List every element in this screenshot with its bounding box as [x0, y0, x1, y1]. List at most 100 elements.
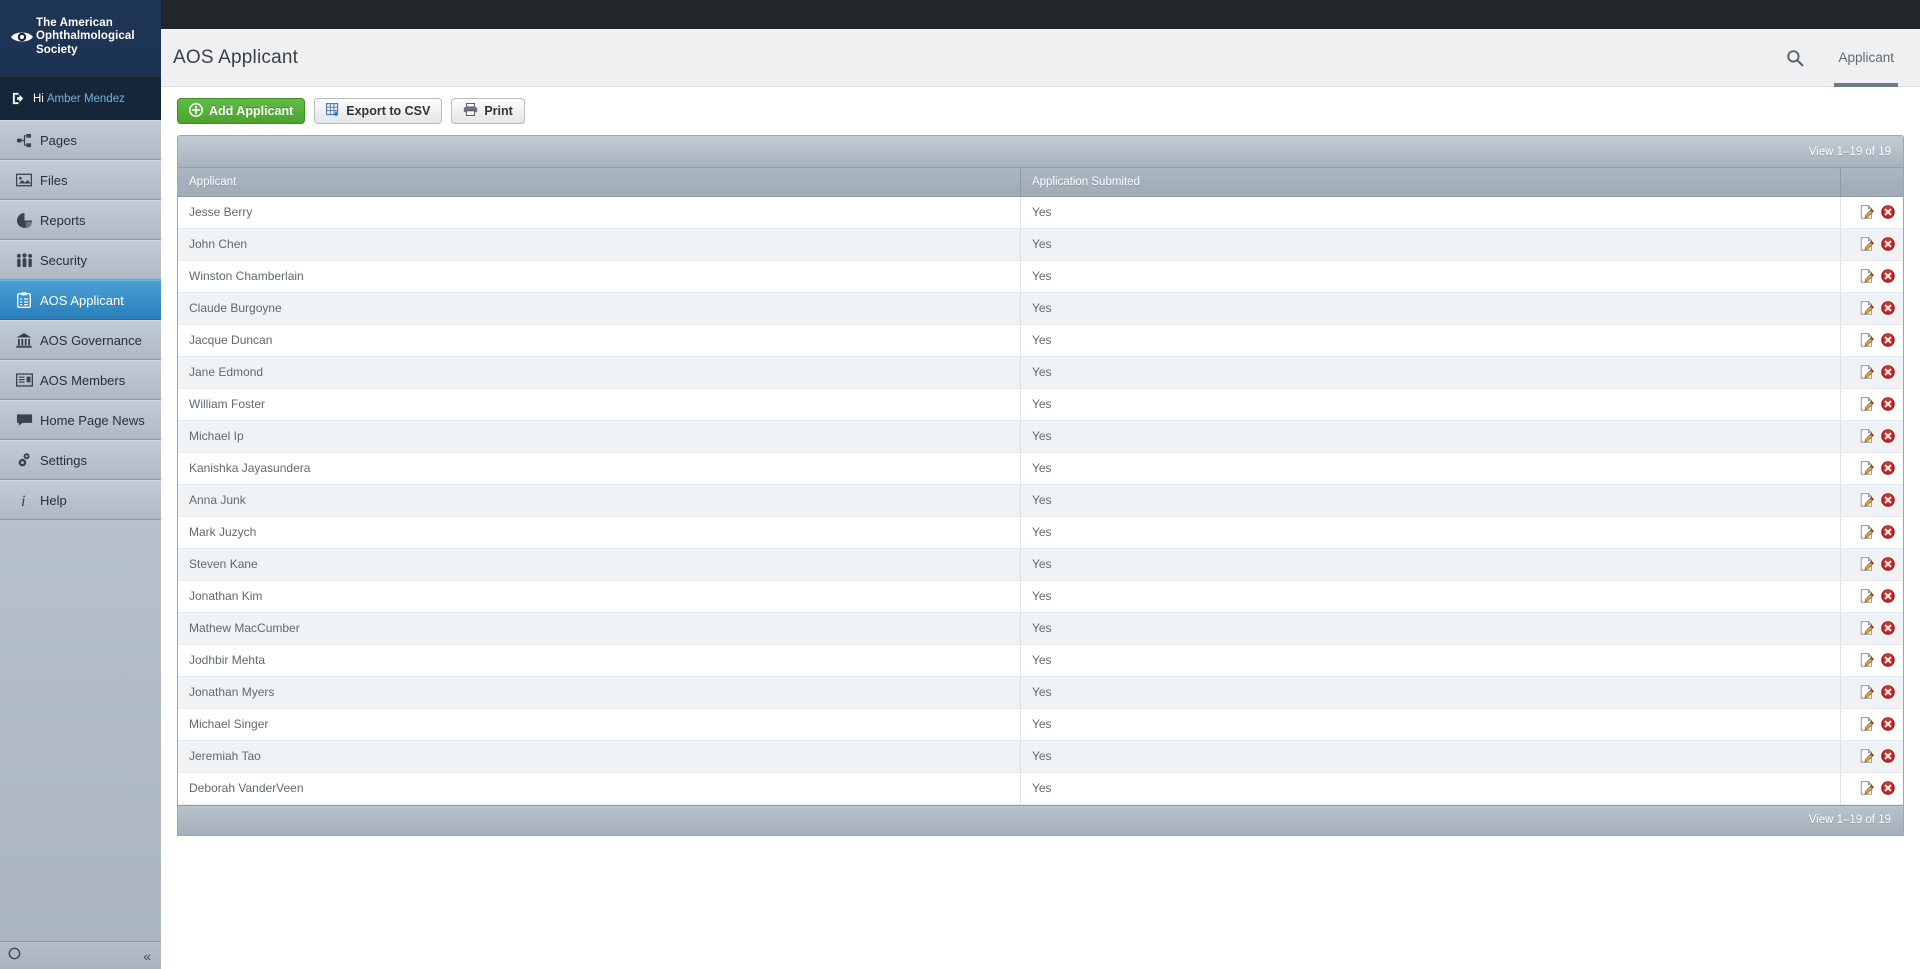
- table-row[interactable]: Mark Juzych Yes: [178, 516, 1903, 549]
- cell-actions: [1840, 324, 1903, 357]
- delete-circle-icon[interactable]: [1881, 749, 1896, 763]
- edit-page-icon[interactable]: [1860, 333, 1875, 347]
- delete-circle-icon[interactable]: [1881, 365, 1896, 379]
- edit-page-icon[interactable]: [1860, 397, 1875, 411]
- column-header-applicant[interactable]: Applicant: [178, 168, 1021, 197]
- table-row[interactable]: Mathew MacCumber Yes: [178, 612, 1903, 645]
- table-row[interactable]: Jacque Duncan Yes: [178, 324, 1903, 357]
- edit-page-icon[interactable]: [1860, 621, 1875, 635]
- table-row[interactable]: Jonathan Kim Yes: [178, 580, 1903, 613]
- edit-page-icon[interactable]: [1860, 205, 1875, 219]
- column-header-application-submitted[interactable]: Application Submited: [1020, 168, 1842, 197]
- cell-applicant: Deborah VanderVeen: [178, 772, 1021, 805]
- sidebar-item-pages[interactable]: Pages: [0, 120, 161, 160]
- table-row[interactable]: Jane Edmond Yes: [178, 356, 1903, 389]
- tab-applicant[interactable]: Applicant: [1834, 29, 1898, 87]
- edit-page-icon[interactable]: [1860, 685, 1875, 699]
- sidebar-item-aos-members[interactable]: AOS Members: [0, 360, 161, 400]
- window-topbar: [161, 0, 1920, 29]
- cell-applicant: Mathew MacCumber: [178, 612, 1021, 645]
- cell-actions: [1840, 580, 1903, 613]
- sidebar-item-home-page-news[interactable]: Home Page News: [0, 400, 161, 440]
- cell-applicant: Jodhbir Mehta: [178, 644, 1021, 677]
- edit-page-icon[interactable]: [1860, 717, 1875, 731]
- table-row[interactable]: Deborah VanderVeen Yes: [178, 772, 1903, 805]
- table-row[interactable]: Jonathan Myers Yes: [178, 676, 1903, 709]
- user-bar[interactable]: Hi Amber Mendez: [0, 76, 161, 120]
- delete-circle-icon[interactable]: [1881, 269, 1896, 283]
- print-label: Print: [484, 104, 513, 118]
- table-row[interactable]: Steven Kane Yes: [178, 548, 1903, 581]
- edit-page-icon[interactable]: [1860, 461, 1875, 475]
- search-icon[interactable]: [1786, 49, 1804, 67]
- delete-circle-icon[interactable]: [1881, 525, 1896, 539]
- delete-circle-icon[interactable]: [1881, 493, 1896, 507]
- edit-page-icon[interactable]: [1860, 237, 1875, 251]
- table-row[interactable]: Winston Chamberlain Yes: [178, 260, 1903, 293]
- sidebar-item-reports[interactable]: Reports: [0, 200, 161, 240]
- table-row[interactable]: William Foster Yes: [178, 388, 1903, 421]
- cell-applicant: Kanishka Jayasundera: [178, 452, 1021, 485]
- sidebar-item-help[interactable]: i Help: [0, 480, 161, 520]
- main-area: AOS Applicant Applicant Add Applicant Ex…: [161, 0, 1920, 969]
- table-row[interactable]: Michael Singer Yes: [178, 708, 1903, 741]
- cell-applicant: John Chen: [178, 228, 1021, 261]
- add-applicant-button[interactable]: Add Applicant: [177, 98, 306, 124]
- cell-actions: [1840, 292, 1903, 325]
- sidebar-item-security[interactable]: Security: [0, 240, 161, 280]
- edit-page-icon[interactable]: [1860, 269, 1875, 283]
- table-row[interactable]: Michael Ip Yes: [178, 420, 1903, 453]
- cell-actions: [1840, 548, 1903, 581]
- user-name-link[interactable]: Amber Mendez: [47, 93, 125, 105]
- table-row[interactable]: Jesse Berry Yes: [178, 196, 1903, 229]
- sidebar-item-settings[interactable]: Settings: [0, 440, 161, 480]
- delete-circle-icon[interactable]: [1881, 205, 1896, 219]
- delete-circle-icon[interactable]: [1881, 653, 1896, 667]
- edit-page-icon[interactable]: [1860, 525, 1875, 539]
- edit-page-icon[interactable]: [1860, 365, 1875, 379]
- delete-circle-icon[interactable]: [1881, 333, 1896, 347]
- delete-circle-icon[interactable]: [1881, 237, 1896, 251]
- print-button[interactable]: Print: [451, 98, 525, 124]
- table-row[interactable]: Jeremiah Tao Yes: [178, 740, 1903, 773]
- delete-circle-icon[interactable]: [1881, 781, 1896, 795]
- delete-circle-icon[interactable]: [1881, 717, 1896, 731]
- table-row[interactable]: Jodhbir Mehta Yes: [178, 644, 1903, 677]
- sidebar-item-aos-applicant[interactable]: AOS Applicant: [0, 280, 161, 320]
- edit-page-icon[interactable]: [1860, 429, 1875, 443]
- edit-page-icon[interactable]: [1860, 781, 1875, 795]
- logout-icon[interactable]: [11, 91, 33, 106]
- cell-actions: [1840, 516, 1903, 549]
- table-row[interactable]: John Chen Yes: [178, 228, 1903, 261]
- table-row[interactable]: Claude Burgoyne Yes: [178, 292, 1903, 325]
- sidebar-footer: «: [0, 941, 161, 969]
- export-to-csv-button[interactable]: Export to CSV: [314, 98, 443, 124]
- edit-page-icon[interactable]: [1860, 653, 1875, 667]
- delete-circle-icon[interactable]: [1881, 557, 1896, 571]
- table-row[interactable]: Anna Junk Yes: [178, 484, 1903, 517]
- delete-circle-icon[interactable]: [1881, 429, 1896, 443]
- sidebar-item-aos-governance[interactable]: AOS Governance: [0, 320, 161, 360]
- delete-circle-icon[interactable]: [1881, 589, 1896, 603]
- delete-circle-icon[interactable]: [1881, 397, 1896, 411]
- cell-applicant: Steven Kane: [178, 548, 1021, 581]
- cell-application-submitted: Yes: [1020, 516, 1842, 549]
- info-icon: i: [10, 492, 38, 508]
- cell-actions: [1840, 260, 1903, 293]
- edit-page-icon[interactable]: [1860, 301, 1875, 315]
- circle-icon[interactable]: [8, 947, 21, 965]
- edit-page-icon[interactable]: [1860, 589, 1875, 603]
- sidebar-item-label: AOS Governance: [40, 332, 142, 348]
- table-row[interactable]: Kanishka Jayasundera Yes: [178, 452, 1903, 485]
- delete-circle-icon[interactable]: [1881, 301, 1896, 315]
- delete-circle-icon[interactable]: [1881, 461, 1896, 475]
- collapse-sidebar-button[interactable]: «: [143, 948, 151, 964]
- edit-page-icon[interactable]: [1860, 493, 1875, 507]
- delete-circle-icon[interactable]: [1881, 621, 1896, 635]
- edit-page-icon[interactable]: [1860, 749, 1875, 763]
- edit-page-icon[interactable]: [1860, 557, 1875, 571]
- sidebar-item-label: Settings: [40, 452, 87, 468]
- delete-circle-icon[interactable]: [1881, 685, 1896, 699]
- application-window: The American Ophthalmological Society Hi…: [0, 0, 1920, 969]
- sidebar-item-files[interactable]: Files: [0, 160, 161, 200]
